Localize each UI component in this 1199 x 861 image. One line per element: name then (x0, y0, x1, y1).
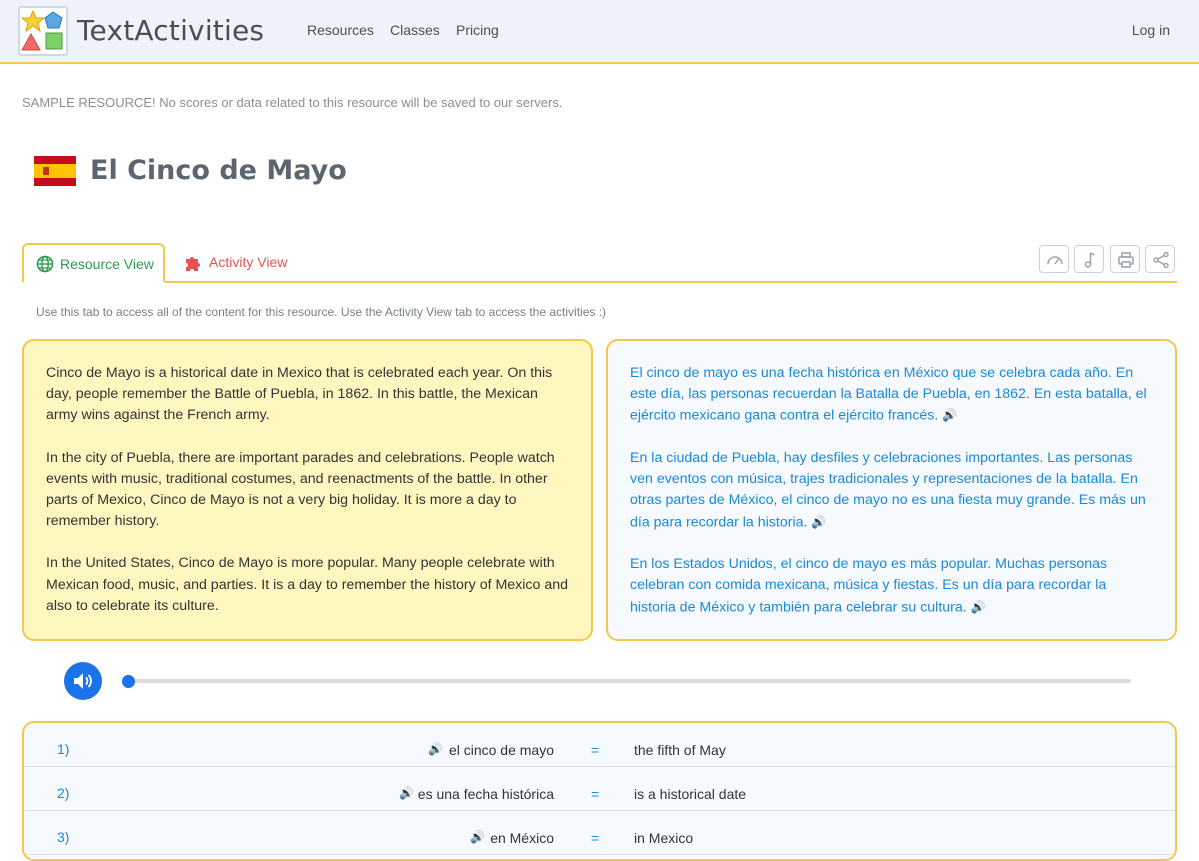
vocab-row[interactable]: 1) 🔊 el cinco de mayo = the fifth of May (24, 723, 1175, 767)
vocab-english: the fifth of May (634, 742, 726, 758)
brand-name[interactable]: TextActivities (77, 14, 264, 47)
vocab-equals: = (591, 742, 600, 758)
spanish-paragraph-1[interactable]: El cinco de mayo es una fecha histórica … (630, 363, 1153, 427)
english-paragraph-3: In the United States, Cinco de Mayo is m… (46, 555, 569, 614)
speaker-icon[interactable]: 🔊 (942, 405, 960, 426)
print-button[interactable] (1110, 245, 1140, 273)
spanish-paragraph-1-text[interactable]: El cinco de mayo es una fecha histórica … (630, 365, 1147, 424)
printer-icon (1118, 252, 1134, 268)
speaker-icon[interactable]: 🔊 (399, 786, 414, 800)
vocab-number: 3) (57, 829, 70, 845)
vocab-number: 1) (57, 741, 70, 757)
nav-classes[interactable]: Classes (390, 22, 440, 38)
logo-icon[interactable] (18, 6, 68, 56)
speaker-icon[interactable]: 🔊 (971, 597, 989, 618)
puzzle-icon (186, 257, 200, 271)
speaker-icon[interactable]: 🔊 (811, 512, 829, 533)
spanish-paragraph-3[interactable]: En los Estados Unidos, el cinco de mayo … (630, 554, 1153, 618)
music-button[interactable] (1074, 245, 1104, 273)
volume-icon (74, 673, 92, 689)
vocab-row[interactable]: 3) 🔊 en México = in Mexico (24, 811, 1175, 855)
spain-flag-icon (34, 156, 76, 186)
vocab-row[interactable]: 2) 🔊 es una fecha histórica = is a histo… (24, 767, 1175, 811)
nav-resources[interactable]: Resources (307, 22, 374, 38)
tab-divider (22, 281, 1177, 283)
vocab-spanish: el cinco de mayo (448, 742, 554, 758)
audio-progress-handle[interactable] (122, 675, 135, 688)
english-paragraph-1: Cinco de Mayo is a historical date in Me… (46, 365, 553, 424)
speed-button[interactable] (1039, 245, 1069, 273)
page-title: El Cinco de Mayo (90, 155, 347, 186)
speaker-icon[interactable]: 🔊 (470, 830, 485, 844)
vocab-english: is a historical date (634, 786, 747, 802)
vocab-equals: = (591, 786, 600, 802)
globe-icon (36, 255, 54, 273)
nav-pricing[interactable]: Pricing (456, 22, 499, 38)
tab-resource-view[interactable]: Resource View (22, 243, 165, 283)
sample-notice: SAMPLE RESOURCE! No scores or data relat… (22, 95, 563, 110)
english-text-box: Cinco de Mayo is a historical date in Me… (22, 339, 593, 641)
speaker-icon[interactable]: 🔊 (428, 742, 443, 756)
audio-play-button[interactable] (64, 662, 102, 700)
top-navbar: TextActivities Resources Classes Pricing… (0, 0, 1199, 64)
vocab-english: in Mexico (634, 830, 694, 846)
vocab-spanish: en México (490, 830, 554, 846)
spanish-paragraph-2-text[interactable]: En la ciudad de Puebla, hay desfiles y c… (630, 450, 1146, 530)
vocabulary-table: 1) 🔊 el cinco de mayo = the fifth of May… (22, 721, 1177, 861)
speedometer-icon (1047, 256, 1063, 265)
audio-progress-track[interactable] (126, 679, 1131, 683)
share-button[interactable] (1145, 245, 1175, 273)
share-icon (1153, 251, 1169, 269)
tab-activity-label: Activity View (209, 254, 288, 270)
login-link[interactable]: Log in (1132, 22, 1170, 38)
spanish-paragraph-3-text[interactable]: En los Estados Unidos, el cinco de mayo … (630, 556, 1107, 615)
vocab-spanish: es una fecha histórica (417, 786, 554, 802)
tab-hint: Use this tab to access all of the conten… (36, 305, 607, 319)
vocab-equals: = (591, 830, 600, 846)
spanish-text-box: El cinco de mayo es una fecha histórica … (606, 339, 1177, 641)
tab-resource-label: Resource View (60, 256, 154, 272)
spanish-paragraph-2[interactable]: En la ciudad de Puebla, hay desfiles y c… (630, 448, 1153, 533)
english-paragraph-2: In the city of Puebla, there are importa… (46, 449, 555, 530)
vocab-number: 2) (57, 785, 70, 801)
music-note-icon (1084, 252, 1095, 268)
